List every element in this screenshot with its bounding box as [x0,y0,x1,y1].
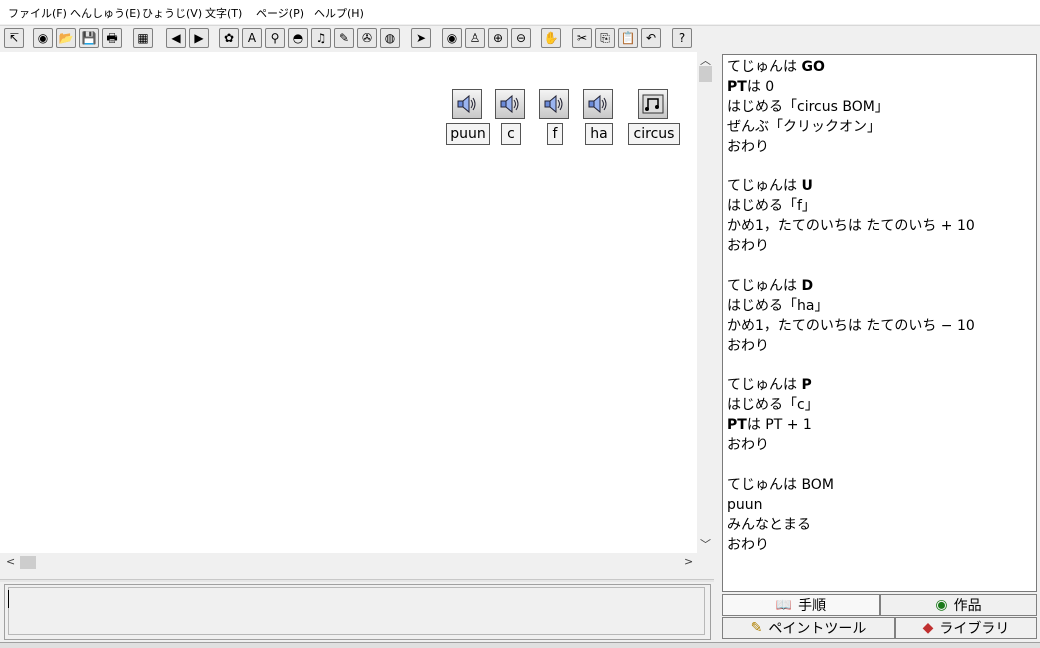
text-caret [8,590,9,608]
toolbar-button-15-icon[interactable]: ◍ [380,28,400,48]
script-line: puun [727,496,763,513]
toolbar-button-7-icon[interactable]: ▶ [189,28,209,48]
script-line: おわり [727,238,769,255]
vertical-scroll-thumb[interactable] [699,66,712,82]
menu-text[interactable]: 文字(T) [205,5,242,21]
tab-works-label: 作品 [953,598,982,614]
toolbar-button-11-icon[interactable]: ◓ [288,28,308,48]
scroll-left-icon[interactable]: < [6,555,15,568]
scroll-right-icon[interactable]: > [684,555,693,568]
speaker-icon[interactable] [452,89,482,119]
script-line: PTは 0 [727,78,775,95]
script-line: てじゅんは P [727,377,812,394]
toolbar-button-16-icon[interactable]: ➤ [411,28,431,48]
scroll-down-icon[interactable]: ﹀ [700,536,711,552]
script-line: てじゅんは D [727,277,814,294]
speaker-icon[interactable] [495,89,525,119]
brush-icon: ✎ [750,620,763,636]
sound-label-circus[interactable]: circus [628,123,680,145]
sound-label-ha[interactable]: ha [585,123,613,145]
toolbar-button-2-icon[interactable]: 📂 [56,28,76,48]
toolbar-button-18-icon[interactable]: ♙ [465,28,485,48]
tab-paint-tool[interactable]: ✎ ペイントツール [722,617,895,639]
sound-label-puun[interactable]: puun [446,123,490,145]
script-line: はじめる「circus BOM」 [727,98,889,115]
toolbar-button-10-icon[interactable]: ⚲ [265,28,285,48]
toolbar-button-20-icon[interactable]: ⊖ [511,28,531,48]
menu-file[interactable]: ファイル(F) [8,5,67,21]
menu-help[interactable]: ヘルプ(H) [314,5,364,21]
sound-label-c[interactable]: c [501,123,521,145]
toolbar-button-25-icon[interactable]: ↶ [641,28,661,48]
script-line: ぜんぶ「クリックオン」 [727,118,881,135]
horizontal-scroll-thumb[interactable] [20,556,36,569]
message-box[interactable] [4,584,711,640]
tab-procedure[interactable]: 📖 手順 [722,594,880,616]
music-sheet-icon[interactable] [638,89,668,119]
tab-works[interactable]: ◉ 作品 [880,594,1037,616]
script-line: おわり [727,536,769,553]
toolbar-button-24-icon[interactable]: 📋 [618,28,638,48]
script-line: おわり [727,337,769,354]
horizontal-scrollbar[interactable]: < > [0,553,697,572]
script-line: おわり [727,437,769,454]
toolbar-button-5-icon[interactable]: ▦ [133,28,153,48]
toolbar-button-1-icon[interactable]: ◉ [33,28,53,48]
vertical-scrollbar[interactable]: ︿ ﹀ [697,52,714,553]
tab-procedure-label: 手順 [798,598,827,614]
script-line: はじめる「f」 [727,198,816,215]
book-icon: 📖 [775,597,793,613]
speaker-icon[interactable] [583,89,613,119]
script-editor[interactable]: てじゅんは GO PTは 0 はじめる「circus BOM」 ぜんぶ「クリックオン」… [722,54,1037,592]
speaker-icon[interactable] [539,89,569,119]
tab-paint-tool-label: ペイントツール [768,621,867,637]
script-line: てじゅんは U [727,178,813,195]
script-line: PTは PT + 1 [727,417,812,434]
toolbar-button-9-icon[interactable]: A [242,28,262,48]
message-input[interactable] [8,587,705,635]
script-line: かめ1，たてのいちは たてのいち − 10 [727,317,975,334]
script-line: てじゅんは BOM [727,476,834,493]
toolbar: ↸ ◉ 📂 💾 🖶 ▦ ◀ ▶ ✿ A ⚲ ◓ ♫ ✎ ✇ ◍ ➤ ◉ ♙ ⊕ ⊖ ✋ ✂ ⎘ 📋 ↶? [0,25,1040,52]
toolbar-button-17-icon[interactable]: ◉ [442,28,462,48]
script-line: てじゅんは GO [727,59,825,75]
script-line: おわり [727,138,769,155]
toolbar-button-4-icon[interactable]: 🖶 [102,28,122,48]
toolbar-button-12-icon[interactable]: ♫ [311,28,331,48]
toolbar-button-19-icon[interactable]: ⊕ [488,28,508,48]
menu-page[interactable]: ページ(P) [256,5,304,21]
bottom-strip [0,642,1040,648]
script-line: はじめる「ha」 [727,297,829,314]
menu-bar: ファイル(F) へんしゅう(E) ひょうじ(V) 文字(T) ページ(P) ヘル… [0,0,1040,24]
tab-library[interactable]: ◆ ライブラリ [895,617,1037,639]
toolbar-button-6-icon[interactable]: ◀ [166,28,186,48]
stage-canvas[interactable]: puun c f ha circus [0,52,697,553]
menu-view[interactable]: ひょうじ(V) [142,5,202,21]
divider [0,579,714,582]
toolbar-button-21-icon[interactable]: ✋ [541,28,561,48]
toolbar-button-3-icon[interactable]: 💾 [79,28,99,48]
toolbar-button-22-icon[interactable]: ✂ [572,28,592,48]
toolbar-button-23-icon[interactable]: ⎘ [595,28,615,48]
tab-library-label: ライブラリ [939,621,1010,637]
toolbar-button-0-icon[interactable]: ↸ [4,28,24,48]
script-line: みんなとまる [727,516,811,533]
toolbar-button-13-icon[interactable]: ✎ [334,28,354,48]
toolbar-button-14-icon[interactable]: ✇ [357,28,377,48]
menu-edit[interactable]: へんしゅう(E) [70,5,141,21]
sound-label-f[interactable]: f [547,123,563,145]
script-line: はじめる「c」 [727,397,819,414]
globe-icon: ◉ [935,597,948,613]
shapes-icon: ◆ [922,620,934,636]
toolbar-button-26-icon[interactable]: ? [672,28,692,48]
toolbar-button-8-icon[interactable]: ✿ [219,28,239,48]
script-line: かめ1，たてのいちは たてのいち + 10 [727,218,975,235]
